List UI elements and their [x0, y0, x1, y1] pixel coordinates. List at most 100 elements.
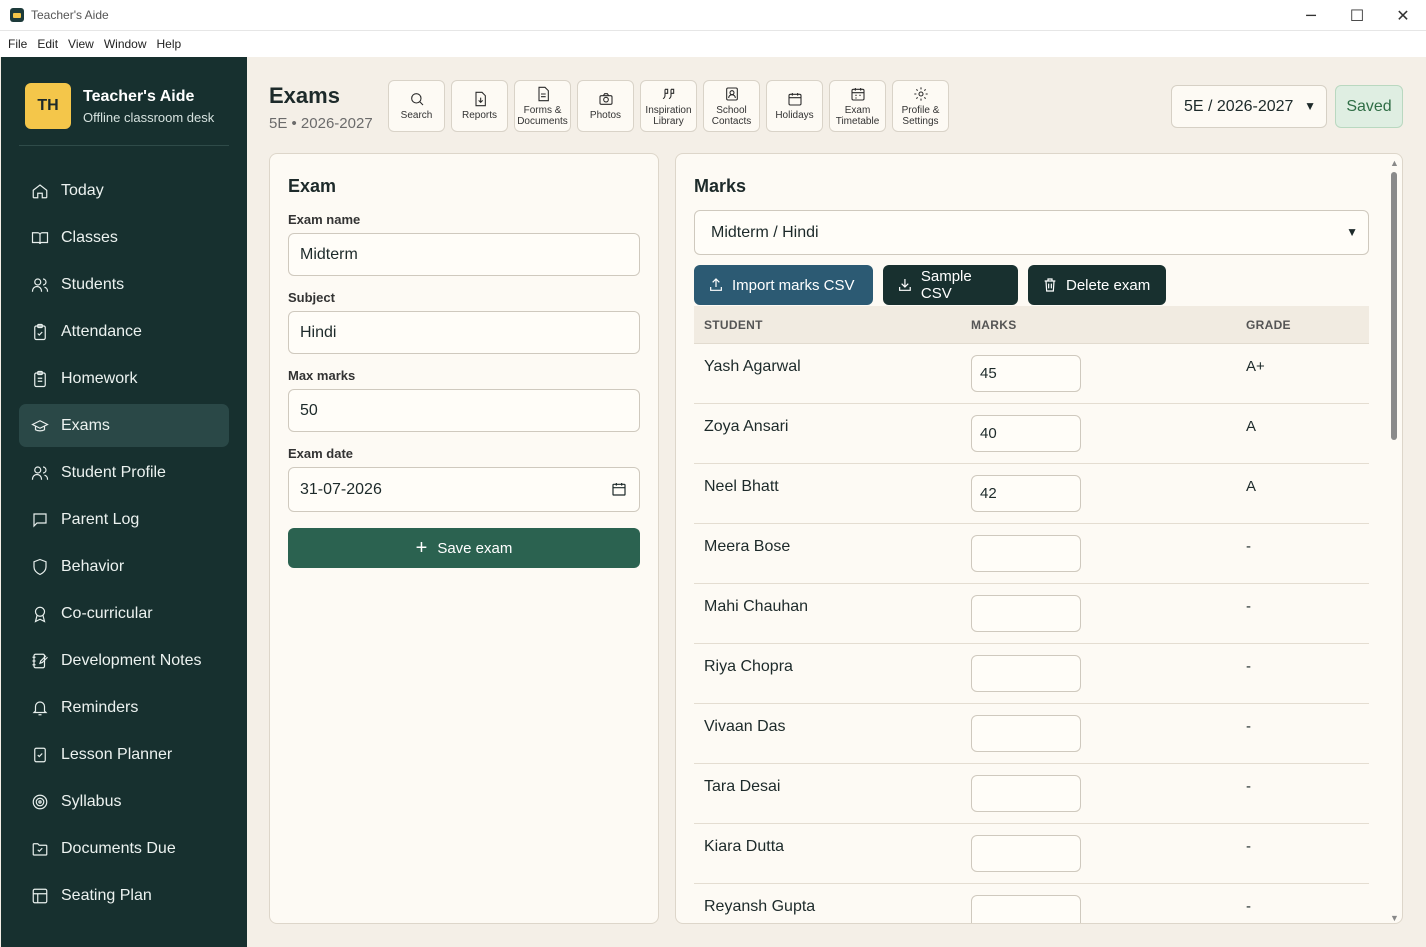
- sidebar-item-label: Development Notes: [61, 651, 202, 669]
- clipboard-list-icon: [31, 370, 49, 388]
- exam-select[interactable]: Midterm / Hindi ▼: [694, 210, 1369, 255]
- sidebar-item-behavior[interactable]: Behavior: [19, 545, 229, 588]
- grade-value: -: [1246, 658, 1251, 675]
- subject-input[interactable]: Hindi: [288, 311, 640, 354]
- chevron-down-icon: ▼: [1304, 99, 1316, 113]
- sidebar-item-co-curricular[interactable]: Co-curricular: [19, 592, 229, 635]
- sidebar-item-classes[interactable]: Classes: [19, 216, 229, 259]
- scrollbar-thumb[interactable]: [1391, 172, 1397, 440]
- sample-csv-button[interactable]: Sample CSV: [883, 265, 1018, 305]
- school-contacts-button[interactable]: School Contacts: [703, 80, 760, 132]
- sidebar-item-homework[interactable]: Homework: [19, 357, 229, 400]
- column-header-student[interactable]: STUDENT: [704, 318, 763, 332]
- marks-input[interactable]: [971, 715, 1081, 752]
- sidebar-item-attendance[interactable]: Attendance: [19, 310, 229, 353]
- photos-button[interactable]: Photos: [577, 80, 634, 132]
- message-square-icon: [31, 511, 49, 529]
- sidebar-item-exams[interactable]: Exams: [19, 404, 229, 447]
- class-select[interactable]: 5E / 2026-2027 ▼: [1171, 85, 1327, 128]
- marks-input[interactable]: 40: [971, 415, 1081, 452]
- close-icon[interactable]: ✕: [1380, 0, 1426, 31]
- exam-date-input[interactable]: 31-07-2026: [288, 467, 640, 512]
- marks-input[interactable]: [971, 595, 1081, 632]
- forms-documents-button-label: Forms & Documents: [517, 104, 568, 127]
- marks-input[interactable]: 45: [971, 355, 1081, 392]
- brand-subtitle: Offline classroom desk: [83, 109, 215, 125]
- contact-icon: [725, 86, 738, 101]
- marks-value: 45: [980, 365, 997, 382]
- plus-icon: +: [415, 537, 428, 559]
- marks-scrollbar[interactable]: ▲ ▼: [1386, 154, 1402, 923]
- marks-input[interactable]: [971, 895, 1081, 923]
- sidebar-item-label: Reminders: [61, 698, 139, 716]
- sidebar-item-label: Exams: [61, 416, 110, 434]
- marks-input[interactable]: [971, 535, 1081, 572]
- minimize-icon[interactable]: ─: [1288, 0, 1334, 31]
- target-icon: [31, 793, 49, 811]
- max-marks-input[interactable]: 50: [288, 389, 640, 432]
- maximize-icon[interactable]: ☐: [1334, 0, 1380, 31]
- sidebar-item-student-profile[interactable]: Student Profile: [19, 451, 229, 494]
- sidebar-item-students[interactable]: Students: [19, 263, 229, 306]
- import-marks-label: Import marks CSV: [732, 276, 855, 294]
- window-controls: ─ ☐ ✕: [1288, 0, 1426, 31]
- marks-input[interactable]: [971, 835, 1081, 872]
- scroll-up-icon[interactable]: ▲: [1390, 158, 1399, 168]
- book-check-icon: [31, 746, 49, 764]
- sidebar-item-development-notes[interactable]: Development Notes: [19, 639, 229, 682]
- users-icon: [31, 276, 49, 294]
- marks-input[interactable]: 42: [971, 475, 1081, 512]
- grade-value: A: [1246, 478, 1257, 495]
- sidebar-item-label: Behavior: [61, 557, 125, 575]
- profile-settings-button-label: Profile & Settings: [901, 104, 940, 127]
- scroll-down-icon[interactable]: ▼: [1390, 913, 1399, 923]
- page-title: Exams: [269, 83, 340, 108]
- sidebar-item-label: Syllabus: [61, 792, 122, 810]
- save-exam-button[interactable]: + Save exam: [288, 528, 640, 568]
- table-row: Zoya Ansari 40 A: [694, 404, 1369, 464]
- menu-help[interactable]: Help: [153, 37, 186, 51]
- menu-window[interactable]: Window: [100, 37, 151, 51]
- sidebar-item-reminders[interactable]: Reminders: [19, 686, 229, 729]
- menu-file[interactable]: File: [4, 37, 31, 51]
- table-row: Kiara Dutta -: [694, 824, 1369, 884]
- import-marks-csv-button[interactable]: Import marks CSV: [694, 265, 873, 305]
- student-name: Kiara Dutta: [704, 838, 785, 855]
- reports-button[interactable]: Reports: [451, 80, 508, 132]
- inspiration-library-button-label: Inspiration Library: [645, 104, 692, 127]
- profile-settings-button[interactable]: Profile & Settings: [892, 80, 949, 132]
- marks-panel: Marks Midterm / Hindi ▼ Import marks CSV…: [675, 153, 1403, 924]
- inspiration-library-button[interactable]: Inspiration Library: [640, 80, 697, 132]
- column-header-grade[interactable]: GRADE: [1246, 318, 1291, 332]
- exam-name-input[interactable]: Midterm: [288, 233, 640, 276]
- menu-view[interactable]: View: [64, 37, 98, 51]
- brand-name: Teacher's Aide: [83, 87, 195, 105]
- exam-date-value: 31-07-2026: [300, 480, 382, 498]
- marks-input[interactable]: [971, 775, 1081, 812]
- search-button[interactable]: Search: [388, 80, 445, 132]
- marks-input[interactable]: [971, 655, 1081, 692]
- sidebar-item-seating-plan[interactable]: Seating Plan: [19, 874, 229, 917]
- delete-exam-button[interactable]: Delete exam: [1028, 265, 1166, 305]
- search-button-label: Search: [400, 110, 433, 121]
- award-icon: [31, 605, 49, 623]
- sidebar-item-today[interactable]: Today: [19, 169, 229, 212]
- table-row: Reyansh Gupta -: [694, 884, 1369, 923]
- calendar-picker-icon[interactable]: [611, 481, 627, 497]
- max-marks-value: 50: [300, 401, 318, 419]
- forms-documents-button[interactable]: Forms & Documents: [514, 80, 571, 132]
- reports-button-label: Reports: [461, 110, 497, 121]
- sidebar-item-syllabus[interactable]: Syllabus: [19, 780, 229, 823]
- menu-edit[interactable]: Edit: [33, 37, 62, 51]
- subject-label: Subject: [288, 290, 335, 305]
- holidays-button[interactable]: Holidays: [766, 80, 823, 132]
- exam-timetable-button[interactable]: Exam Timetable: [829, 80, 886, 132]
- sidebar-item-parent-log[interactable]: Parent Log: [19, 498, 229, 541]
- student-name: Yash Agarwal: [704, 358, 801, 375]
- save-exam-label: Save exam: [437, 539, 513, 557]
- column-header-marks[interactable]: MARKS: [971, 318, 1017, 332]
- sidebar-item-label: Attendance: [61, 322, 142, 340]
- sidebar-item-documents-due[interactable]: Documents Due: [19, 827, 229, 870]
- sidebar-item-lesson-planner[interactable]: Lesson Planner: [19, 733, 229, 776]
- delete-exam-label: Delete exam: [1066, 276, 1151, 294]
